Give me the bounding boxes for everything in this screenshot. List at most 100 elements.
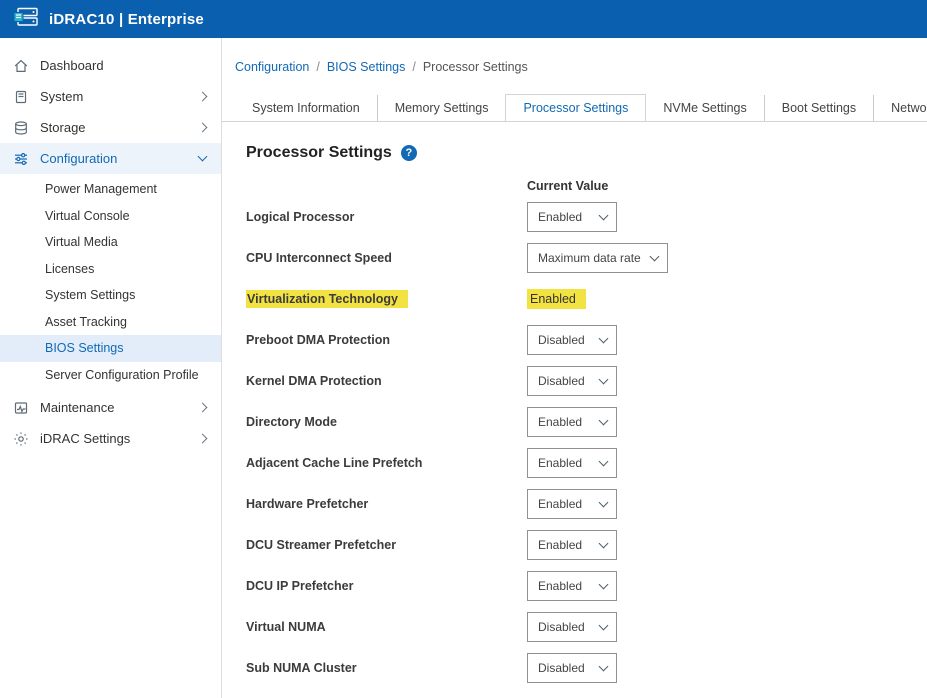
breadcrumb-processor-settings: Processor Settings [423, 60, 528, 74]
breadcrumb-bios-settings[interactable]: BIOS Settings [327, 60, 406, 74]
directory-mode-select[interactable]: Enabled [527, 407, 617, 437]
sub-numa-cluster-select[interactable]: Disabled [527, 653, 617, 683]
sidebar-item-label: Configuration [40, 151, 188, 166]
setting-label: Directory Mode [246, 415, 527, 429]
setting-control: Enabled [527, 202, 617, 232]
select-value: Enabled [538, 415, 582, 429]
dcu-ip-prefetcher-select[interactable]: Enabled [527, 571, 617, 601]
storage-disks-icon [13, 120, 29, 136]
setting-row-hardware-prefetcher: Hardware Prefetcher Enabled [246, 483, 927, 524]
sidebar-subitem-virtual-media[interactable]: Virtual Media [0, 229, 221, 256]
setting-row-adjacent-cache-line-prefetch: Adjacent Cache Line Prefetch Enabled [246, 442, 927, 483]
preboot-dma-protection-select[interactable]: Disabled [527, 325, 617, 355]
help-icon[interactable]: ? [401, 145, 417, 161]
app-header: iDRAC10 | Enterprise [0, 0, 927, 38]
setting-control: Enabled [527, 448, 617, 478]
setting-label-text: Virtualization Technology [246, 290, 408, 308]
virtual-numa-select[interactable]: Disabled [527, 612, 617, 642]
idrac-logo-icon [13, 7, 39, 32]
cpu-interconnect-speed-select[interactable]: Maximum data rate [527, 243, 668, 273]
tab-network-settings[interactable]: Network Settings [873, 95, 927, 121]
current-value-column-header: Current Value [527, 179, 927, 193]
setting-label-text: Hardware Prefetcher [246, 497, 368, 511]
sidebar-item-maintenance[interactable]: Maintenance [0, 392, 221, 423]
setting-control: Enabled [527, 407, 617, 437]
gear-icon [13, 431, 29, 447]
setting-label: Sub NUMA Cluster [246, 661, 527, 675]
chevron-right-icon [198, 434, 208, 444]
tab-nvme-settings[interactable]: NVMe Settings [646, 95, 763, 121]
adjacent-cache-line-prefetch-select[interactable]: Enabled [527, 448, 617, 478]
setting-label-text: DCU Streamer Prefetcher [246, 538, 396, 552]
chevron-down-icon [198, 152, 208, 162]
setting-control: Enabled [527, 489, 617, 519]
setting-label-text: CPU Interconnect Speed [246, 251, 392, 265]
setting-row-directory-mode: Directory Mode Enabled [246, 401, 927, 442]
setting-row-preboot-dma-protection: Preboot DMA Protection Disabled [246, 319, 927, 360]
sidebar-subitem-server-configuration-profile[interactable]: Server Configuration Profile [0, 362, 221, 389]
setting-label: CPU Interconnect Speed [246, 251, 527, 265]
sidebar-item-dashboard[interactable]: Dashboard [0, 50, 221, 81]
tab-memory-settings[interactable]: Memory Settings [377, 95, 506, 121]
setting-label-text: Virtual NUMA [246, 620, 326, 634]
app-title: iDRAC10 | Enterprise [49, 11, 204, 28]
monitor-pulse-icon [13, 400, 29, 416]
chevron-down-icon [599, 333, 609, 343]
setting-label-text: DCU IP Prefetcher [246, 579, 353, 593]
setting-control: Disabled [527, 612, 617, 642]
select-value: Enabled [538, 210, 582, 224]
sidebar-subitem-licenses[interactable]: Licenses [0, 256, 221, 283]
setting-row-sub-numa-cluster: Sub NUMA Cluster Disabled [246, 647, 927, 688]
sidebar-subitem-system-settings[interactable]: System Settings [0, 282, 221, 309]
setting-label: Kernel DMA Protection [246, 374, 527, 388]
sidebar-item-system[interactable]: System [0, 81, 221, 112]
select-value: Enabled [538, 579, 582, 593]
main-content: Configuration/BIOS Settings/Processor Se… [222, 38, 927, 698]
setting-label: Adjacent Cache Line Prefetch [246, 456, 527, 470]
setting-label-text: Sub NUMA Cluster [246, 661, 357, 675]
sidebar-item-configuration[interactable]: Configuration [0, 143, 221, 174]
tab-boot-settings[interactable]: Boot Settings [764, 95, 873, 121]
chevron-down-icon [599, 415, 609, 425]
setting-row-cpu-interconnect-speed: CPU Interconnect Speed Maximum data rate [246, 237, 927, 278]
sidebar-subitem-bios-settings[interactable]: BIOS Settings [0, 335, 221, 362]
setting-label-text: Directory Mode [246, 415, 337, 429]
page-title: Processor Settings ? [246, 144, 927, 162]
chevron-down-icon [599, 620, 609, 630]
setting-control: Disabled [527, 653, 617, 683]
tab-bar: System InformationMemory SettingsProcess… [222, 94, 927, 122]
breadcrumb-configuration[interactable]: Configuration [235, 60, 309, 74]
sliders-icon [13, 151, 29, 167]
chevron-down-icon [599, 538, 609, 548]
sidebar-item-idrac-settings[interactable]: iDRAC Settings [0, 423, 221, 454]
sidebar-item-label: Maintenance [40, 400, 188, 415]
setting-label-text: Logical Processor [246, 210, 354, 224]
setting-label-text: Kernel DMA Protection [246, 374, 382, 388]
dcu-streamer-prefetcher-select[interactable]: Enabled [527, 530, 617, 560]
setting-label: Hardware Prefetcher [246, 497, 527, 511]
logical-processor-select[interactable]: Enabled [527, 202, 617, 232]
sidebar-subitem-asset-tracking[interactable]: Asset Tracking [0, 309, 221, 336]
setting-value-text: Enabled [527, 289, 586, 309]
select-value: Disabled [538, 374, 585, 388]
sidebar-item-storage[interactable]: Storage [0, 112, 221, 143]
sidebar-item-label: Storage [40, 120, 188, 135]
kernel-dma-protection-select[interactable]: Disabled [527, 366, 617, 396]
setting-label: Logical Processor [246, 210, 527, 224]
tab-processor-settings[interactable]: Processor Settings [505, 94, 646, 122]
select-value: Enabled [538, 456, 582, 470]
setting-label: Preboot DMA Protection [246, 333, 527, 347]
sidebar-subitem-virtual-console[interactable]: Virtual Console [0, 203, 221, 230]
setting-row-dcu-ip-prefetcher: DCU IP Prefetcher Enabled [246, 565, 927, 606]
sidebar-subitem-power-management[interactable]: Power Management [0, 176, 221, 203]
chevron-right-icon [198, 403, 208, 413]
sidebar-item-label: System [40, 89, 188, 104]
setting-label: DCU IP Prefetcher [246, 579, 527, 593]
setting-row-kernel-dma-protection: Kernel DMA Protection Disabled [246, 360, 927, 401]
hardware-prefetcher-select[interactable]: Enabled [527, 489, 617, 519]
setting-label: Virtualization Technology [246, 292, 527, 306]
breadcrumb-separator: / [412, 60, 415, 74]
chevron-right-icon [198, 92, 208, 102]
server-icon [13, 89, 29, 105]
tab-system-information[interactable]: System Information [235, 95, 377, 121]
